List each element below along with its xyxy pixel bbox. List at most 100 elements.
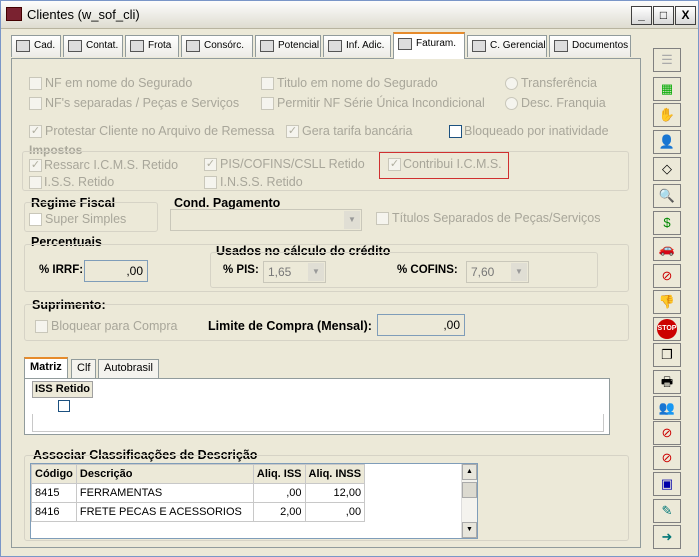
titulo-segurado-checkbox[interactable] [261,77,274,90]
ressarc-checkbox[interactable]: ✓ [29,159,42,172]
card-icon [16,40,30,52]
subtab-autobrasil[interactable]: Autobrasil [98,359,159,378]
transferencia-label: Transferência [521,76,597,90]
phone-icon [68,40,82,52]
group-icon[interactable]: 👥 [653,396,681,420]
iss-retido-cell-checkbox[interactable] [58,400,70,412]
cofins-value: 7,60 [471,265,495,279]
maximize-button[interactable]: □ [653,6,674,25]
protestar-label: Protestar Cliente no Arquivo de Remessa [45,124,275,138]
tab-faturam[interactable]: Faturam. [393,32,465,59]
subtab-clf[interactable]: Clf [71,359,97,378]
scroll-down-icon[interactable]: ▼ [462,522,477,538]
tab-label: Contat. [86,40,119,51]
car-icon[interactable]: 🚗 [653,237,681,261]
nf-segurado-checkbox[interactable] [29,77,42,90]
tab-label: Inf. Adic. [346,40,385,51]
subtab-bar: Matriz Clf Autobrasil [24,357,184,379]
doc-block-icon[interactable]: ⊘ [653,421,681,445]
tab-documentos[interactable]: Documentos [549,35,631,57]
subtab-matriz[interactable]: Matriz [24,357,68,378]
protestar-checkbox[interactable]: ✓ [29,125,42,138]
doc-block-icon[interactable]: ⊘ [653,446,681,470]
pis-select[interactable]: 1,65 ▼ [263,261,326,283]
list-icon[interactable]: ☰ [653,48,681,72]
nf-serie-unica-checkbox[interactable] [261,97,274,110]
nf-separadas-label: NF's separadas / Peças e Serviços [45,96,240,110]
tab-contat[interactable]: Contat. [63,35,123,57]
table-row[interactable]: 8416 FRETE PECAS E ACESSORIOS 2,00 ,00 [31,502,366,522]
user-icon[interactable]: 👤 [653,130,681,154]
tab-inf-adic[interactable]: Inf. Adic. [323,35,391,57]
gera-tarifa-checkbox[interactable]: ✓ [286,125,299,138]
assoc-table: Código Descrição Aliq. ISS Aliq. INSS 84… [31,464,366,522]
super-simples-label: Super Simples [45,212,127,226]
limite-compra-input[interactable]: ,00 [377,314,465,336]
cell-codigo: 8415 [31,483,77,503]
money-icon[interactable]: $ [653,211,681,235]
cofins-select[interactable]: 7,60 ▼ [466,261,529,283]
print-icon[interactable]: 🖶 [653,370,681,394]
assoc-table-container: Código Descrição Aliq. ISS Aliq. INSS 84… [30,463,478,539]
wrench-icon [130,40,144,52]
minimize-button[interactable]: _ [631,6,652,25]
stop-icon[interactable]: STOP [653,317,681,341]
bloqueado-checkbox[interactable] [449,125,462,138]
col-codigo[interactable]: Código [31,464,77,484]
iss-retido-checkbox[interactable] [29,176,42,189]
tab-consorc[interactable]: Consórc. [181,35,253,57]
contribui-icms-label: Contribui I.C.M.S. [403,157,502,171]
nf-serie-unica-label: Permitir NF Série Única Incondicional [277,96,485,110]
cards-icon[interactable]: ▣ [653,472,681,496]
col-aliq-inss[interactable]: Aliq. INSS [304,464,366,484]
tab-label: C. Gerencial [490,40,546,51]
tab-cad[interactable]: Cad. [11,35,61,57]
money-bag-icon [398,38,412,50]
thumb-down-icon[interactable]: 👎 [653,290,681,314]
table-row[interactable]: 8415 FERRAMENTAS ,00 12,00 [31,483,366,503]
scroll-thumb[interactable] [462,482,477,498]
col-aliq-iss[interactable]: Aliq. ISS [252,464,306,484]
cond-pagamento-title: Cond. Pagamento [174,196,281,210]
block-icon[interactable]: ⊘ [653,264,681,288]
desc-franquia-radio[interactable] [505,97,518,110]
list-icon [472,40,486,52]
tab-frota[interactable]: Frota [125,35,179,57]
eraser-icon[interactable]: ◇ [653,157,681,181]
bloquear-compra-checkbox[interactable] [35,320,48,333]
tab-label: Frota [148,40,172,51]
title-bar: Clientes (w_sof_cli) _ □ X [1,1,698,29]
scroll-up-icon[interactable]: ▲ [462,464,477,480]
pis-cofins-checkbox[interactable]: ✓ [204,158,217,171]
copy-icon[interactable]: ❐ [653,343,681,367]
iss-retido-header: ISS Retido [32,381,93,398]
close-button[interactable]: X [675,6,696,25]
nf-segurado-label: NF em nome do Segurado [45,76,193,90]
nf-separadas-checkbox[interactable] [29,97,42,110]
transferencia-radio[interactable] [505,77,518,90]
titulos-separados-checkbox[interactable] [376,212,389,225]
tab-potencial[interactable]: Potencial [255,35,321,57]
search-doc-icon[interactable]: 🔍 [653,184,681,208]
hand-icon[interactable]: ✋ [653,103,681,127]
edit-icon[interactable]: ✎ [653,499,681,523]
vertical-scrollbar[interactable]: ▲ ▼ [461,464,477,538]
irrf-label: % IRRF: [39,264,84,276]
tab-c-gerencial[interactable]: C. Gerencial [467,35,547,57]
tab-label: Cad. [34,40,56,51]
gera-tarifa-label: Gera tarifa bancária [302,124,413,138]
cell-aliq-inss: 12,00 [304,483,366,503]
cell-aliq-iss: 2,00 [252,502,306,522]
faturamento-panel: NF em nome do Segurado Titulo em nome do… [11,58,641,548]
inss-retido-label: I.N.S.S. Retido [220,175,303,189]
pis-value: 1,65 [268,265,292,279]
contribui-icms-checkbox[interactable]: ✓ [388,158,401,171]
col-descricao[interactable]: Descrição [75,464,254,484]
exit-icon[interactable]: ➜ [653,525,681,549]
irrf-input[interactable]: ,00 [84,260,148,282]
inss-retido-checkbox[interactable] [204,176,217,189]
super-simples-checkbox[interactable] [29,213,42,226]
grid-icon[interactable]: ▦ [653,77,681,101]
cond-pagamento-select[interactable]: ▼ [170,209,362,231]
ressarc-label: Ressarc I.C.M.S. Retido [44,158,179,172]
